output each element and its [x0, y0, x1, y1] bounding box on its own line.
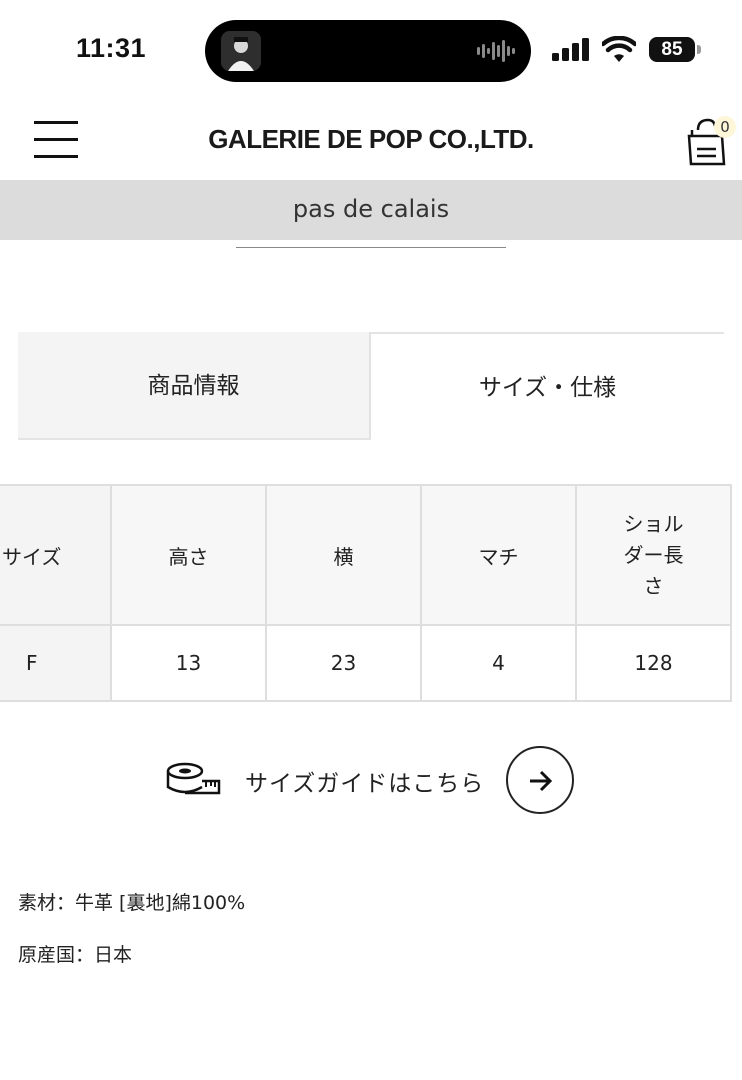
table-cell: F — [0, 624, 112, 702]
product-tabs: 商品情報 サイズ・仕様 — [18, 332, 724, 440]
table-cell: 13 — [110, 624, 267, 702]
table-header-cell: ショルダー長さ — [575, 484, 732, 626]
size-table: サイズ 高さ 横 マチ ショルダー長さ F 13 23 4 128 — [0, 484, 732, 702]
size-guide-link[interactable]: サイズガイドはこちら — [165, 744, 585, 816]
tab-product-info[interactable]: 商品情報 — [18, 332, 371, 440]
wifi-icon — [602, 36, 636, 62]
site-header: GALERIE DE POP CO.,LTD. 0 — [0, 96, 742, 180]
table-cell: 4 — [420, 624, 577, 702]
table-row: F 13 23 4 128 — [0, 624, 732, 702]
table-header-cell: マチ — [420, 484, 577, 626]
cart-count-badge: 0 — [714, 116, 736, 138]
audio-waveform-icon — [477, 40, 515, 62]
category-label[interactable]: pas de calais — [0, 180, 742, 240]
profile-thumbnail-icon — [221, 31, 261, 71]
size-guide-label: サイズガイドはこちら — [245, 771, 485, 797]
origin-spec: 原産国：日本 — [18, 944, 133, 966]
cellular-signal-icon — [552, 38, 589, 61]
battery-icon: 85 — [649, 37, 695, 62]
status-bar: 11:31 85 — [0, 0, 742, 96]
material-spec: 素材：牛革 [裏地]綿100% — [18, 892, 246, 914]
table-header-cell: 高さ — [110, 484, 267, 626]
divider — [236, 247, 506, 248]
dynamic-island[interactable] — [205, 20, 531, 82]
table-header-label: ショルダー長さ — [623, 511, 684, 598]
table-header-cell: サイズ — [0, 484, 112, 626]
brand-logo[interactable]: GALERIE DE POP CO.,LTD. — [0, 124, 742, 155]
status-time: 11:31 — [76, 33, 147, 63]
battery-tip — [697, 45, 701, 54]
arrow-right-icon — [530, 770, 553, 792]
table-header-cell: 横 — [265, 484, 422, 626]
tab-size-spec[interactable]: サイズ・仕様 — [371, 332, 724, 440]
arrow-right-button[interactable] — [506, 746, 574, 814]
table-cell: 23 — [265, 624, 422, 702]
table-header-row: サイズ 高さ 横 マチ ショルダー長さ — [0, 484, 732, 626]
table-cell: 128 — [575, 624, 732, 702]
measuring-tape-icon — [166, 762, 221, 795]
